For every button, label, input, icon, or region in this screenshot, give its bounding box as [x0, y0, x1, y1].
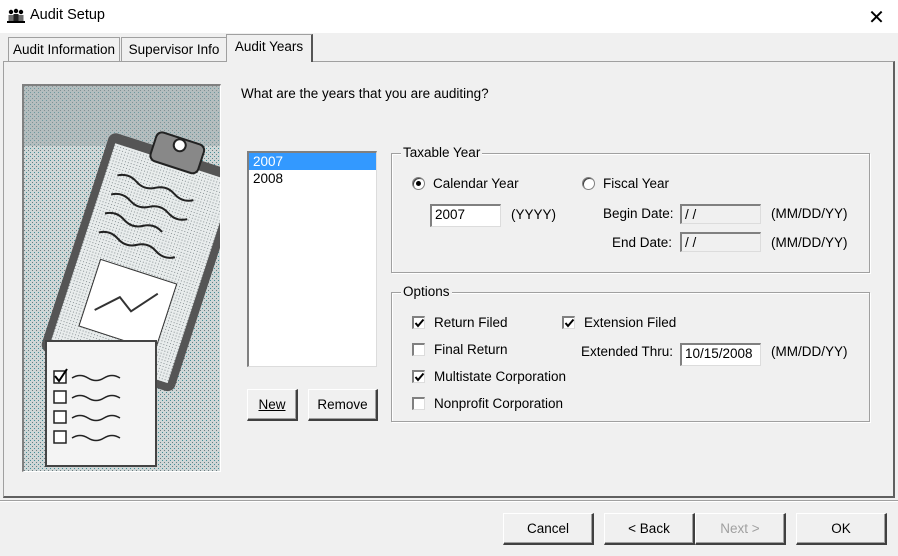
window-title: Audit Setup — [30, 7, 105, 23]
remove-button[interactable]: Remove — [308, 389, 378, 421]
multistate-label: Multistate Corporation — [434, 369, 567, 384]
extended-thru-input[interactable]: 10/15/2008 — [680, 343, 761, 366]
calendar-year-label: Calendar Year — [433, 176, 519, 191]
new-button[interactable]: New — [247, 389, 298, 421]
tab-audit-years[interactable]: Audit Years — [226, 34, 313, 62]
year-format-hint: (YYYY) — [511, 207, 557, 222]
return-filed-checkbox[interactable] — [412, 316, 425, 329]
extended-thru-label: Extended Thru: — [581, 344, 674, 359]
end-date-label: End Date: — [612, 235, 673, 250]
ok-button[interactable]: OK — [796, 513, 887, 545]
end-date-format-hint: (MM/DD/YY) — [771, 235, 848, 250]
extension-filed-checkbox[interactable] — [562, 316, 575, 329]
back-button[interactable]: < Back — [604, 513, 695, 545]
close-icon[interactable]: ✕ — [855, 0, 898, 33]
extended-thru-format-hint: (MM/DD/YY) — [771, 344, 848, 359]
extension-filed-label: Extension Filed — [584, 315, 677, 330]
end-date-field: / / — [680, 232, 761, 252]
begin-date-field: / / — [680, 204, 761, 224]
tab-supervisor-info[interactable]: Supervisor Info — [121, 37, 227, 61]
options-label: Options — [401, 284, 452, 299]
checkmark-icon — [564, 318, 575, 328]
multistate-checkbox[interactable] — [412, 370, 425, 383]
year-input[interactable]: 2007 — [430, 204, 501, 227]
calendar-year-radio[interactable] — [412, 177, 425, 190]
radio-dot-icon — [416, 181, 421, 186]
fiscal-year-radio[interactable] — [582, 177, 595, 190]
fiscal-year-label: Fiscal Year — [603, 176, 670, 191]
begin-date-format-hint: (MM/DD/YY) — [771, 206, 848, 221]
footer-divider — [0, 500, 898, 502]
new-button-label: New — [258, 397, 286, 412]
tab-audit-information[interactable]: Audit Information — [8, 37, 120, 61]
next-button[interactable]: Next > — [695, 513, 786, 545]
nonprofit-checkbox[interactable] — [412, 397, 425, 410]
people-icon — [7, 8, 25, 24]
final-return-checkbox[interactable] — [412, 343, 425, 356]
checkmark-icon — [414, 372, 425, 382]
years-listbox[interactable]: 2007 2008 — [247, 151, 377, 367]
final-return-label: Final Return — [434, 342, 508, 357]
checkmark-icon — [414, 318, 425, 328]
nonprofit-label: Nonprofit Corporation — [434, 396, 564, 411]
begin-date-label: Begin Date: — [603, 206, 674, 221]
cancel-button[interactable]: Cancel — [503, 513, 594, 545]
clipboard-illustration — [22, 84, 221, 472]
question-text: What are the years that you are auditing… — [241, 86, 489, 101]
list-item[interactable]: 2007 — [249, 153, 376, 170]
list-item[interactable]: 2008 — [249, 170, 376, 187]
taxable-year-label: Taxable Year — [401, 145, 483, 160]
title-bar — [0, 0, 898, 33]
return-filed-label: Return Filed — [434, 315, 508, 330]
